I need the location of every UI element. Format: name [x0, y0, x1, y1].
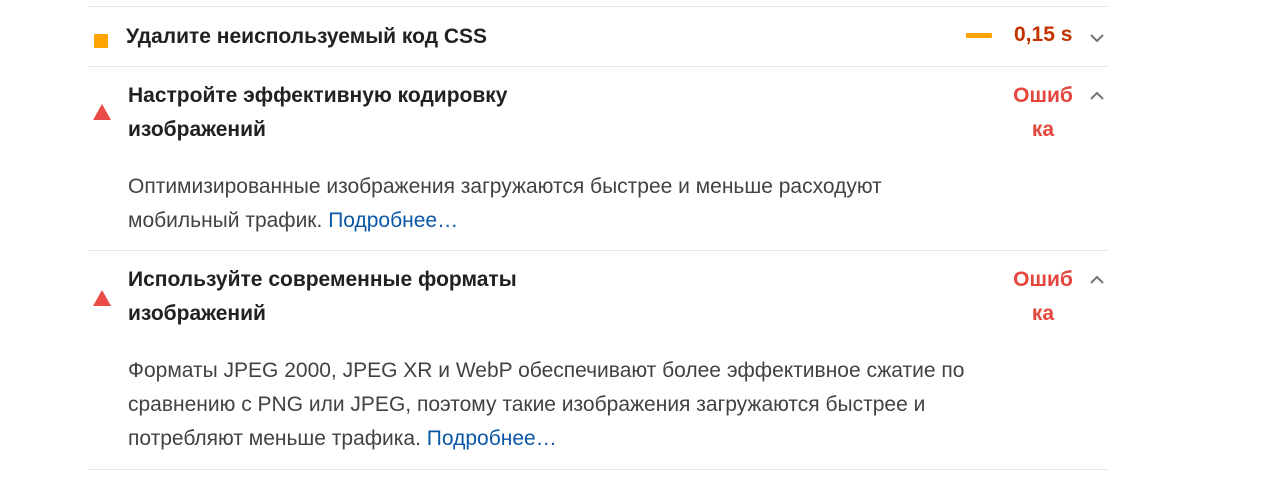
- divider: [88, 469, 1108, 470]
- description-line: потребляют меньше трафика. Подробнее…: [128, 422, 1028, 456]
- audit-description: Форматы JPEG 2000, JPEG XR и WebP обеспе…: [128, 354, 1028, 456]
- description-line: Оптимизированные изображения загружаются…: [128, 175, 882, 198]
- audit-description: Оптимизированные изображения загружаются…: [128, 170, 1028, 238]
- error-triangle-icon: [93, 104, 111, 120]
- description-line: Форматы JPEG 2000, JPEG XR и WebP обеспе…: [128, 359, 965, 382]
- audit-status-line2: ка: [1031, 118, 1055, 141]
- description-line: сравнению с PNG или JPEG, поэтому такие …: [128, 393, 926, 416]
- warning-square-icon: [94, 34, 108, 48]
- audit-status-line1: Ошиб: [1013, 84, 1073, 107]
- description-text: потребляют меньше трафика.: [128, 427, 421, 450]
- audit-status-line1: Ошиб: [1013, 268, 1073, 291]
- savings-bar-icon: [966, 33, 992, 38]
- audit-title-line2: изображений: [128, 302, 266, 325]
- learn-more-link[interactable]: Подробнее…: [328, 209, 458, 232]
- description-text: мобильный трафик.: [128, 209, 323, 232]
- audit-modern-image-formats[interactable]: Используйте современные форматы изображе…: [88, 250, 1108, 469]
- audit-status-line2: ка: [1031, 302, 1055, 325]
- audit-efficient-image-encoding[interactable]: Настройте эффективную кодировку изображе…: [88, 66, 1108, 250]
- audit-title: Удалите неиспользуемый код CSS: [126, 25, 488, 48]
- error-triangle-icon: [93, 290, 111, 306]
- chevron-up-icon[interactable]: [1086, 85, 1108, 107]
- audits-panel: Удалите неиспользуемый код CSS 0,15 s На…: [88, 0, 1108, 501]
- audit-title-line1: Настройте эффективную кодировку: [128, 84, 508, 107]
- audit-title-line2: изображений: [128, 118, 266, 141]
- audit-status-time: 0,15 s: [1014, 23, 1073, 46]
- learn-more-link[interactable]: Подробнее…: [427, 427, 557, 450]
- chevron-up-icon[interactable]: [1086, 269, 1108, 291]
- description-line: мобильный трафик. Подробнее…: [128, 204, 1028, 238]
- audit-unused-css[interactable]: Удалите неиспользуемый код CSS 0,15 s: [88, 6, 1108, 66]
- chevron-down-icon[interactable]: [1086, 27, 1108, 49]
- audit-title-line1: Используйте современные форматы: [128, 268, 517, 291]
